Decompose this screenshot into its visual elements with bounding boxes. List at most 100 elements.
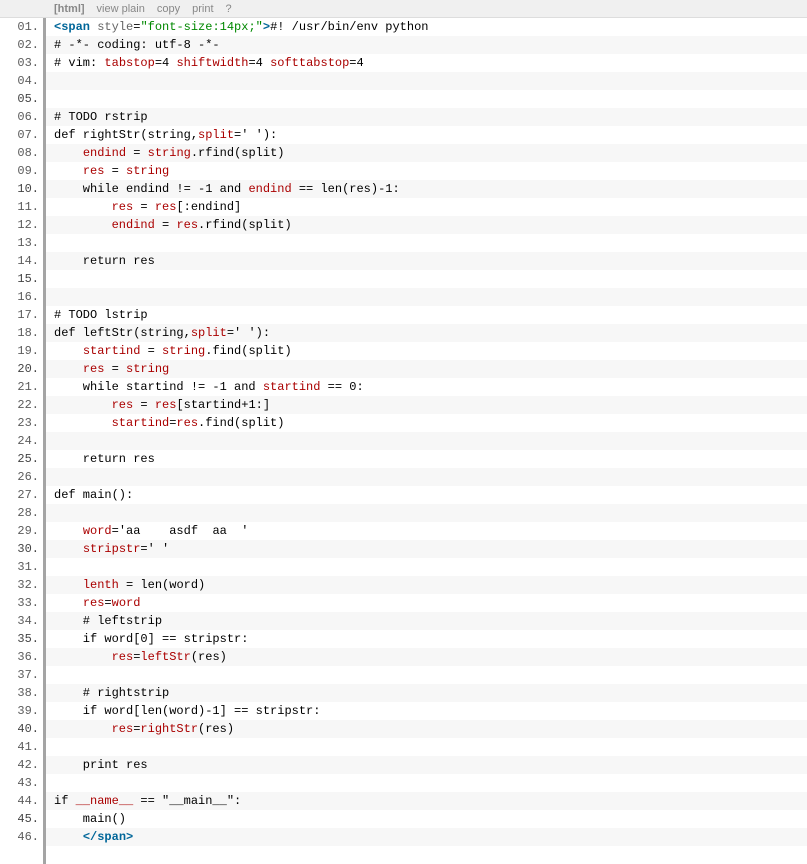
line-no: 38. [0, 684, 43, 702]
code-line: res = res[startind+1:] [46, 396, 807, 414]
code-line [46, 738, 807, 756]
line-no: 16. [0, 288, 43, 306]
code-line: # vim: tabstop=4 shiftwidth=4 softtabsto… [46, 54, 807, 72]
code-line: # rightstrip [46, 684, 807, 702]
code-line: <span style="font-size:14px;">#! /usr/bi… [46, 18, 807, 36]
code-line: def leftStr(string,split=' '): [46, 324, 807, 342]
code-toolbar: [html] view plain copy print? [0, 0, 807, 18]
code-line: endind = string.rfind(split) [46, 144, 807, 162]
code-line: res = string [46, 360, 807, 378]
line-no: 35. [0, 630, 43, 648]
code-line: word='aa asdf aa ' [46, 522, 807, 540]
code-line [46, 504, 807, 522]
code-line: res=word [46, 594, 807, 612]
line-no: 40. [0, 720, 43, 738]
code-container: 01. 02. 03. 04. 05. 06. 07. 08. 09. 10. … [0, 18, 807, 864]
line-no: 15. [0, 270, 43, 288]
line-gutter: 01. 02. 03. 04. 05. 06. 07. 08. 09. 10. … [0, 18, 46, 864]
code-line: main() [46, 810, 807, 828]
code-line: # TODO rstrip [46, 108, 807, 126]
line-no: 46. [0, 828, 43, 846]
line-no: 25. [0, 450, 43, 468]
line-no: 23. [0, 414, 43, 432]
code-line: lenth = len(word) [46, 576, 807, 594]
view-plain-link[interactable]: view plain [97, 3, 145, 15]
line-no: 12. [0, 216, 43, 234]
code-line: res = string [46, 162, 807, 180]
line-no: 01. [0, 18, 43, 36]
line-no: 44. [0, 792, 43, 810]
code-line: if word[len(word)-1] == stripstr: [46, 702, 807, 720]
line-no: 27. [0, 486, 43, 504]
code-line: </span> [46, 828, 807, 846]
code-line: if word[0] == stripstr: [46, 630, 807, 648]
code-line: stripstr=' ' [46, 540, 807, 558]
help-link[interactable]: ? [226, 3, 232, 15]
line-no: 26. [0, 468, 43, 486]
line-no: 41. [0, 738, 43, 756]
code-line: endind = res.rfind(split) [46, 216, 807, 234]
code-line: return res [46, 252, 807, 270]
code-line [46, 288, 807, 306]
line-no: 06. [0, 108, 43, 126]
code-line: # leftstrip [46, 612, 807, 630]
code-line [46, 72, 807, 90]
line-no: 37. [0, 666, 43, 684]
line-no: 22. [0, 396, 43, 414]
line-no: 04. [0, 72, 43, 90]
code-line: startind = string.find(split) [46, 342, 807, 360]
code-line [46, 558, 807, 576]
code-line: res = res[:endind] [46, 198, 807, 216]
code-line: print res [46, 756, 807, 774]
code-area[interactable]: <span style="font-size:14px;">#! /usr/bi… [46, 18, 807, 864]
line-no: 30. [0, 540, 43, 558]
copy-link[interactable]: copy [157, 3, 180, 15]
code-line [46, 90, 807, 108]
line-no: 36. [0, 648, 43, 666]
line-no: 19. [0, 342, 43, 360]
line-no: 32. [0, 576, 43, 594]
code-line: res=rightStr(res) [46, 720, 807, 738]
print-link[interactable]: print [192, 3, 213, 15]
code-line [46, 432, 807, 450]
code-line: while endind != -1 and endind == len(res… [46, 180, 807, 198]
line-no: 18. [0, 324, 43, 342]
line-no: 02. [0, 36, 43, 54]
line-no: 14. [0, 252, 43, 270]
line-no: 28. [0, 504, 43, 522]
code-line [46, 774, 807, 792]
line-no: 17. [0, 306, 43, 324]
code-line: if __name__ == "__main__": [46, 792, 807, 810]
line-no: 42. [0, 756, 43, 774]
code-line [46, 234, 807, 252]
line-no: 13. [0, 234, 43, 252]
code-line: res=leftStr(res) [46, 648, 807, 666]
code-line [46, 270, 807, 288]
code-line: # -*- coding: utf-8 -*- [46, 36, 807, 54]
line-no: 33. [0, 594, 43, 612]
line-no: 21. [0, 378, 43, 396]
line-no: 24. [0, 432, 43, 450]
code-line: startind=res.find(split) [46, 414, 807, 432]
line-no [0, 846, 43, 864]
code-line: # TODO lstrip [46, 306, 807, 324]
line-no: 45. [0, 810, 43, 828]
line-no: 05. [0, 90, 43, 108]
code-line [46, 468, 807, 486]
line-no: 07. [0, 126, 43, 144]
line-no: 10. [0, 180, 43, 198]
lang-label[interactable]: [html] [54, 3, 85, 15]
line-no: 09. [0, 162, 43, 180]
line-no: 08. [0, 144, 43, 162]
line-no: 29. [0, 522, 43, 540]
line-no: 34. [0, 612, 43, 630]
line-no: 43. [0, 774, 43, 792]
line-no: 20. [0, 360, 43, 378]
code-line: def rightStr(string,split=' '): [46, 126, 807, 144]
code-line [46, 666, 807, 684]
line-no: 11. [0, 198, 43, 216]
line-no: 03. [0, 54, 43, 72]
code-line: while startind != -1 and startind == 0: [46, 378, 807, 396]
line-no: 39. [0, 702, 43, 720]
code-line: return res [46, 450, 807, 468]
